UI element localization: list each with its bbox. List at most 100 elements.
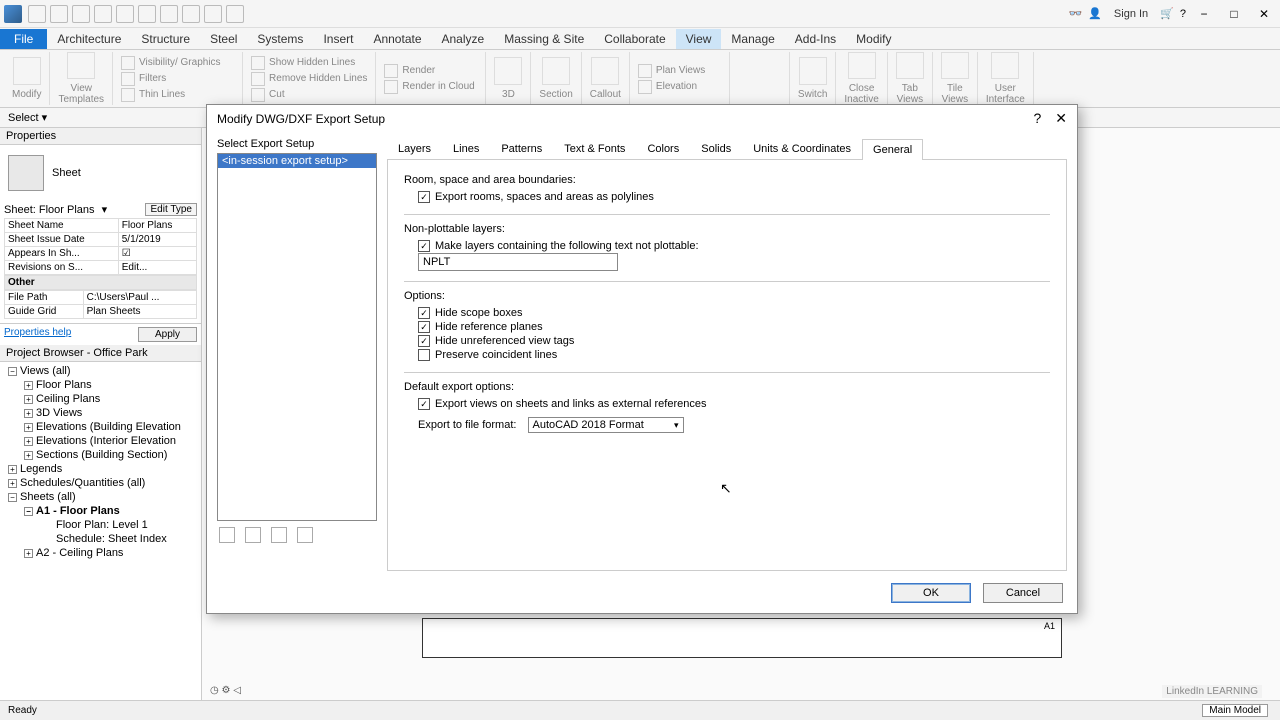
qat-icon[interactable] [72,5,90,23]
expand-icon[interactable]: − [8,493,17,502]
prop-value[interactable]: Edit... [118,261,196,275]
tab-layers[interactable]: Layers [387,138,442,159]
tree-item[interactable]: Schedule: Sheet Index [4,532,197,546]
minimize-button[interactable]: − [1192,5,1216,23]
tree-item[interactable]: +Schedules/Quantities (all) [4,476,197,490]
qat-icon[interactable] [226,5,244,23]
view-control-bar[interactable]: ◷ ⚙ ◁ [210,685,241,696]
tree-item[interactable]: +Legends [4,462,197,476]
qat-icon[interactable] [160,5,178,23]
expand-icon[interactable]: + [8,479,17,488]
show-hidden-icon[interactable] [251,56,265,70]
tree-item[interactable]: +Elevations (Building Elevation [4,420,197,434]
format-combo[interactable]: AutoCAD 2018 Format ▾ [528,417,684,433]
cut-icon[interactable] [251,88,265,102]
edit-type-button[interactable]: Edit Type [145,203,197,216]
tab-solids[interactable]: Solids [690,138,742,159]
menu-structure[interactable]: Structure [131,29,200,49]
tab-patterns[interactable]: Patterns [490,138,553,159]
maximize-button[interactable]: □ [1222,5,1246,23]
menu-architecture[interactable]: Architecture [47,29,131,49]
render-cloud-icon[interactable] [384,80,398,94]
qat-icon[interactable] [28,5,46,23]
elevation-icon[interactable] [638,80,652,94]
qat-icon[interactable] [138,5,156,23]
tree-item[interactable]: −Views (all) [4,364,197,378]
qat-icon[interactable] [116,5,134,23]
expand-icon[interactable]: − [24,507,33,516]
menu-manage[interactable]: Manage [721,29,784,49]
new-setup-icon[interactable] [219,527,235,543]
menu-systems[interactable]: Systems [247,29,313,49]
menu-annotate[interactable]: Annotate [363,29,431,49]
binoculars-icon[interactable]: 👓 [1069,7,1083,20]
type-selector[interactable]: Sheet: Floor Plans [4,204,95,216]
tree-item[interactable]: +3D Views [4,406,197,420]
duplicate-setup-icon[interactable] [245,527,261,543]
tree-item[interactable]: +Ceiling Plans [4,392,197,406]
apply-button[interactable]: Apply [138,327,197,342]
select-dropdown[interactable]: Select ▾ [8,111,47,124]
chk-nonplot[interactable] [418,240,430,252]
dialog-close-icon[interactable]: ✕ [1055,110,1067,127]
callout-icon[interactable] [591,57,619,85]
tab-colors[interactable]: Colors [636,138,690,159]
sign-in-link[interactable]: Sign In [1108,8,1154,20]
menu-analyze[interactable]: Analyze [432,29,495,49]
chk-external-refs[interactable] [418,398,430,410]
menu-view[interactable]: View [676,29,722,49]
3d-icon[interactable] [494,57,522,85]
tree-item[interactable]: +Elevations (Interior Elevation [4,434,197,448]
menu-add-ins[interactable]: Add-Ins [785,29,846,49]
chk-hide-scope[interactable] [418,307,430,319]
menu-steel[interactable]: Steel [200,29,247,49]
chk-export-rooms[interactable] [418,191,430,203]
filters-icon[interactable] [121,72,135,86]
prop-value[interactable]: 5/1/2019 [118,233,196,247]
section-icon[interactable] [542,57,570,85]
modify-icon[interactable] [13,57,41,85]
tree-item[interactable]: +A2 - Ceiling Plans [4,546,197,560]
tree-item[interactable]: +Floor Plans [4,378,197,392]
delete-setup-icon[interactable] [297,527,313,543]
user-icon[interactable]: 👤 [1088,7,1102,20]
qat-icon[interactable] [182,5,200,23]
expand-icon[interactable]: + [24,409,33,418]
ok-button[interactable]: OK [891,583,971,603]
switch-icon[interactable] [799,57,827,85]
user-interface-icon[interactable] [991,52,1019,79]
expand-icon[interactable]: + [24,451,33,460]
cart-icon[interactable]: 🛒 [1160,7,1174,20]
setup-list[interactable]: <in-session export setup> [217,153,377,521]
dialog-help-icon[interactable]: ? [1033,110,1041,127]
menu-collaborate[interactable]: Collaborate [594,29,675,49]
tab-general[interactable]: General [862,139,923,160]
render-icon[interactable] [384,64,398,78]
qat-icon[interactable] [204,5,222,23]
expand-icon[interactable]: + [24,423,33,432]
visibility-icon[interactable] [121,56,135,70]
qat-icon[interactable] [94,5,112,23]
close-button[interactable]: ✕ [1252,5,1276,23]
file-menu[interactable]: File [0,29,47,49]
cancel-button[interactable]: Cancel [983,583,1063,603]
menu-modify[interactable]: Modify [846,29,901,49]
tab-views-icon[interactable] [896,52,924,79]
tab-units-coordinates[interactable]: Units & Coordinates [742,138,862,159]
rename-setup-icon[interactable] [271,527,287,543]
expand-icon[interactable]: + [24,549,33,558]
prop-value[interactable]: Floor Plans [118,219,196,233]
tree-item[interactable]: +Sections (Building Section) [4,448,197,462]
workset-selector[interactable]: Main Model [1202,704,1268,717]
view-templates-icon[interactable] [67,52,95,79]
tile-views-icon[interactable] [941,52,969,79]
expand-icon[interactable]: − [8,367,17,376]
prop-value[interactable]: Plan Sheets [83,305,196,319]
chk-hide-tags[interactable] [418,335,430,347]
tab-lines[interactable]: Lines [442,138,490,159]
plan-views-icon[interactable] [638,64,652,78]
thin-lines-icon[interactable] [121,88,135,102]
expand-icon[interactable]: + [8,465,17,474]
prop-value[interactable]: ☑ [118,247,196,261]
remove-hidden-icon[interactable] [251,72,265,86]
